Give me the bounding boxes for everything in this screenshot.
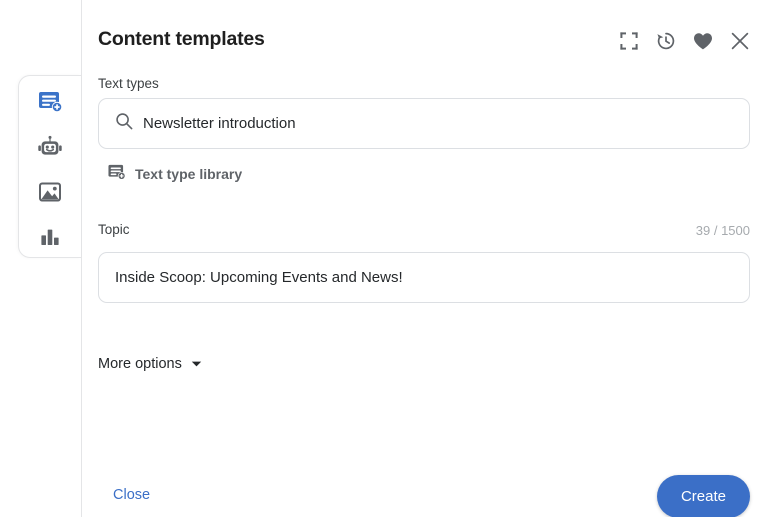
- header-actions: [618, 30, 751, 52]
- favorite-heart-icon: [693, 32, 713, 51]
- bar-chart-icon: [37, 224, 63, 250]
- history-icon: [656, 31, 676, 51]
- text-type-library-label: Text type library: [135, 166, 243, 182]
- close-link[interactable]: Close: [113, 487, 150, 503]
- text-template-add-icon: [37, 88, 63, 114]
- robot-icon: [37, 134, 63, 160]
- collapse-icon: [620, 32, 638, 50]
- chevron-down-icon: [191, 355, 202, 373]
- favorite-button[interactable]: [692, 30, 714, 52]
- collapse-button[interactable]: [618, 30, 640, 52]
- sidebar-item-analytics[interactable]: [19, 214, 81, 260]
- more-options-label: More options: [98, 356, 182, 372]
- text-types-label: Text types: [98, 76, 159, 91]
- topic-input[interactable]: Inside Scoop: Upcoming Events and News!: [98, 252, 750, 303]
- panel-header: Content templates: [82, 0, 772, 74]
- create-button[interactable]: Create: [656, 475, 750, 517]
- topic-char-counter: 39 / 1500: [695, 223, 750, 238]
- sidebar-item-ai-chat[interactable]: [19, 124, 81, 170]
- sidebar-item-content-templates[interactable]: [19, 78, 81, 124]
- panel-footer: Close Create: [98, 470, 772, 517]
- image-icon: [37, 179, 63, 205]
- sidebar-item-images[interactable]: [19, 169, 81, 215]
- more-options-toggle[interactable]: More options: [98, 355, 202, 373]
- sidebar-rail: [18, 75, 81, 258]
- content-templates-panel: Content templates Text types Newsletter …: [81, 0, 772, 517]
- page-title: Content templates: [98, 28, 265, 50]
- topic-value: Inside Scoop: Upcoming Events and News!: [115, 269, 403, 286]
- text-types-input[interactable]: Newsletter introduction: [98, 98, 750, 149]
- text-types-value: Newsletter introduction: [143, 115, 296, 132]
- search-icon: [115, 112, 133, 135]
- text-template-add-icon: [107, 162, 126, 186]
- text-type-library-link[interactable]: Text type library: [107, 162, 242, 186]
- close-icon: [731, 32, 749, 50]
- close-button[interactable]: [729, 30, 751, 52]
- history-button[interactable]: [655, 30, 677, 52]
